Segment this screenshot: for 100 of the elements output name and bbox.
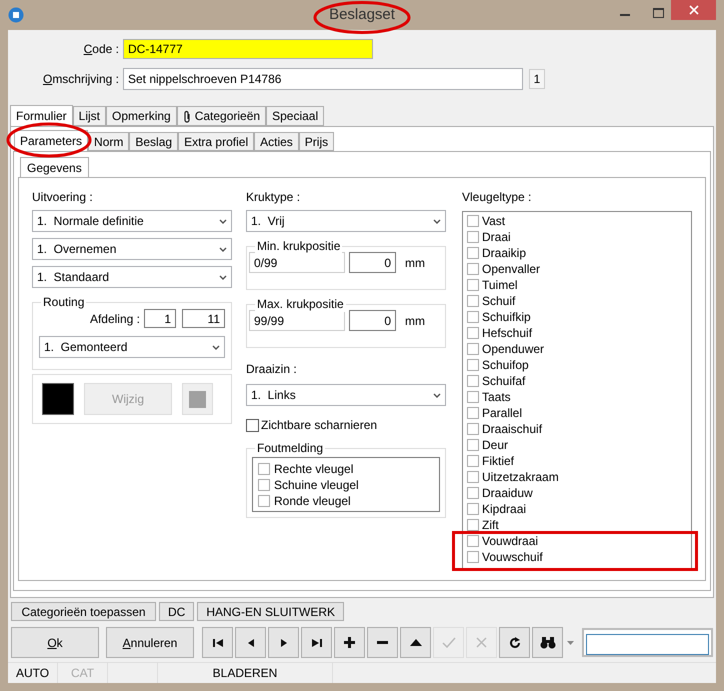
category-button[interactable]: DC <box>159 602 194 621</box>
app-icon <box>8 7 24 23</box>
skip-start-icon <box>212 638 224 648</box>
ok-button[interactable]: Ok <box>11 627 99 658</box>
color-swatch[interactable] <box>42 383 74 415</box>
dropdown[interactable]: 1. Vrij <box>246 210 446 232</box>
checkbox-label: Uitzetzakraam <box>482 469 559 485</box>
tab[interactable]: Prijs <box>298 132 334 151</box>
toolbar-button[interactable] <box>268 627 299 658</box>
toolbar-button[interactable] <box>301 627 332 658</box>
checkbox[interactable] <box>467 263 479 275</box>
checkbox[interactable] <box>467 247 479 259</box>
checkbox[interactable] <box>467 359 479 371</box>
checkbox[interactable] <box>467 423 479 435</box>
checkbox[interactable] <box>467 503 479 515</box>
close-icon <box>688 5 698 15</box>
description-field[interactable]: Set nippelschroeven P14786 <box>123 68 523 90</box>
checkbox-label: Schuine vleugel <box>274 476 359 494</box>
unit-label: mm <box>405 254 425 272</box>
checkbox[interactable] <box>467 311 479 323</box>
checkbox-label: Draaischuif <box>482 421 542 437</box>
checkbox-label: Zift <box>482 517 499 533</box>
paperclip-icon <box>182 110 191 122</box>
maximize-icon[interactable] <box>653 8 664 18</box>
checkbox[interactable] <box>467 455 479 467</box>
group-title: Routing <box>41 294 86 310</box>
checkbox-label: Kipdraai <box>482 501 526 517</box>
chevron-icon <box>219 274 227 280</box>
tab[interactable]: Parameters <box>14 130 88 151</box>
checkbox[interactable] <box>258 462 270 474</box>
checkbox-label: Vouwschuif <box>482 549 543 565</box>
checkbox-label: Schuif <box>482 293 516 309</box>
field-label: Omschrijving : <box>42 71 120 88</box>
position-field[interactable]: 0 <box>349 310 396 331</box>
counter-badge: 1 <box>529 69 545 89</box>
dropdown[interactable]: 1. Gemonteerd <box>39 336 225 358</box>
range-field[interactable]: 99/99 <box>249 310 345 331</box>
color-picker-button[interactable] <box>182 383 213 415</box>
dropdown[interactable]: 1. Overnemen <box>32 238 232 260</box>
checkbox[interactable] <box>467 471 479 483</box>
toolbar-button[interactable] <box>532 627 563 658</box>
checkbox[interactable] <box>467 231 479 243</box>
tab[interactable]: Formulier <box>10 105 73 126</box>
checkbox[interactable] <box>467 487 479 499</box>
binoculars-icon <box>540 636 556 649</box>
caret-icon[interactable] <box>567 640 574 644</box>
search-field[interactable] <box>582 628 713 657</box>
range-field[interactable]: 0/99 <box>249 252 345 273</box>
tab[interactable]: Categorieën <box>176 106 266 126</box>
checkbox[interactable] <box>467 519 479 531</box>
tab[interactable]: Speciaal <box>266 106 324 126</box>
department-field[interactable]: 11 <box>182 309 225 328</box>
position-field[interactable]: 0 <box>349 252 396 273</box>
toolbar-button[interactable] <box>334 627 365 658</box>
checkbox[interactable] <box>467 327 479 339</box>
toolbar-button[interactable] <box>202 627 233 658</box>
checkbox[interactable] <box>246 418 259 432</box>
checkbox-label: Schuifop <box>482 357 529 373</box>
dropdown[interactable]: 1. Links <box>246 384 446 406</box>
checkbox[interactable] <box>258 494 270 506</box>
category-button[interactable]: Categorieën toepassen <box>11 602 156 621</box>
cancel-button[interactable]: Annuleren <box>106 627 194 658</box>
field-label: Vleugeltype : <box>462 189 532 206</box>
dropdown[interactable]: 1. Normale definitie <box>32 210 232 232</box>
category-button[interactable]: HANG-EN SLUITWERK <box>197 602 344 621</box>
code-field[interactable]: DC-14777 <box>123 39 373 59</box>
checkbox[interactable] <box>258 478 270 490</box>
checkbox-label: Ronde vleugel <box>274 492 351 510</box>
department-field[interactable]: 1 <box>144 309 176 328</box>
checkbox[interactable] <box>467 535 479 547</box>
checkbox[interactable] <box>467 551 479 563</box>
chevron-icon <box>212 344 220 350</box>
triangle-right-icon <box>280 638 288 648</box>
checkbox[interactable] <box>467 391 479 403</box>
dropdown[interactable]: 1. Standaard <box>32 266 232 288</box>
checkbox[interactable] <box>467 295 479 307</box>
toolbar-button[interactable] <box>367 627 398 658</box>
toolbar-button[interactable] <box>499 627 530 658</box>
field-label: Kruktype : <box>246 189 302 206</box>
tab[interactable]: Acties <box>254 132 299 151</box>
checkbox[interactable] <box>467 279 479 291</box>
group-title: Foutmelding <box>255 440 326 456</box>
check-icon <box>442 637 456 648</box>
tab[interactable]: Lijst <box>72 106 106 126</box>
tab[interactable]: Opmerking <box>106 106 177 126</box>
checkbox[interactable] <box>467 439 479 451</box>
skip-end-icon <box>310 638 322 648</box>
tab[interactable]: Gegevens <box>20 157 89 177</box>
toolbar-button[interactable] <box>400 627 431 658</box>
checkbox[interactable] <box>467 407 479 419</box>
checkbox[interactable] <box>467 215 479 227</box>
toolbar-button[interactable] <box>235 627 266 658</box>
close-button[interactable] <box>671 0 716 20</box>
window-title: Beslagset <box>329 4 395 25</box>
tab[interactable]: Extra profiel <box>178 132 254 151</box>
checkbox[interactable] <box>467 375 479 387</box>
tab[interactable]: Beslag <box>129 132 178 151</box>
tab[interactable]: Norm <box>88 132 130 151</box>
checkbox[interactable] <box>467 343 479 355</box>
checkbox-label: Fiktief <box>482 453 514 469</box>
